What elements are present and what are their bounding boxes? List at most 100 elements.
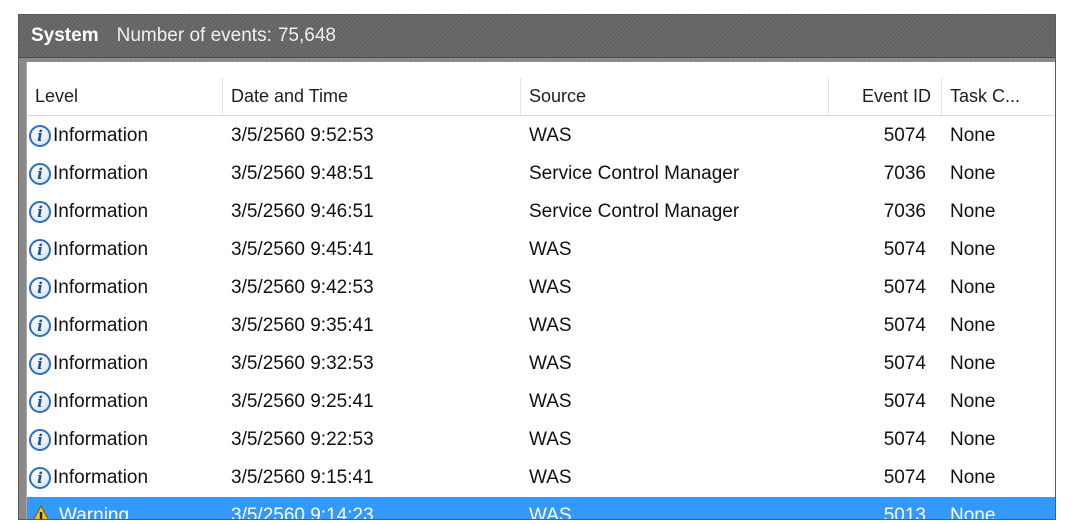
level-cell: i Information: [27, 345, 223, 383]
source-cell: WAS: [529, 125, 572, 146]
source-cell: WAS: [529, 315, 572, 336]
event-id-cell: 5013: [883, 505, 926, 520]
level-text: Information: [53, 125, 149, 146]
log-header-bar: System Number of events: 75,648: [19, 15, 1055, 58]
task-category-cell: None: [950, 467, 996, 488]
level-text: Information: [53, 239, 149, 260]
event-row[interactable]: i Information 3/5/2560 9:52:53 WAS 5074 None: [27, 117, 1055, 155]
date-time-cell: 3/5/2560 9:32:53: [231, 353, 374, 374]
column-header-level[interactable]: Level: [27, 78, 223, 115]
level-text: Information: [53, 391, 149, 412]
task-category-cell: None: [950, 201, 996, 222]
date-time-cell: 3/5/2560 9:45:41: [231, 239, 374, 260]
level-cell: i Information: [27, 155, 223, 193]
source-cell: WAS: [529, 505, 572, 520]
event-id-cell: 7036: [883, 201, 926, 222]
information-icon: i: [29, 277, 51, 299]
information-icon: i: [29, 353, 51, 375]
event-id-cell: 5074: [883, 239, 926, 260]
event-id-cell: 5074: [883, 315, 926, 336]
task-category-cell: None: [950, 315, 996, 336]
level-text: Information: [53, 353, 149, 374]
event-viewer-panel: System Number of events: 75,648 Level Dat…: [18, 14, 1056, 520]
level-cell: i Information: [27, 383, 223, 421]
date-time-cell: 3/5/2560 9:14:23: [231, 505, 374, 520]
column-header-date-time[interactable]: Date and Time: [223, 78, 521, 115]
list-border: Level Date and Time Source Event ID Task…: [19, 58, 1055, 519]
level-text: Warning: [59, 505, 130, 520]
level-cell: i Information: [27, 421, 223, 459]
date-time-cell: 3/5/2560 9:25:41: [231, 391, 374, 412]
level-cell: Warning: [27, 497, 223, 520]
information-icon: i: [29, 391, 51, 413]
event-count: Number of events: 75,648: [117, 25, 336, 47]
event-row[interactable]: i Information 3/5/2560 9:45:41 WAS 5074 None: [27, 231, 1055, 269]
task-category-cell: None: [950, 163, 996, 184]
information-icon: i: [29, 315, 51, 337]
date-time-cell: 3/5/2560 9:42:53: [231, 277, 374, 298]
source-cell: WAS: [529, 429, 572, 450]
task-category-cell: None: [950, 277, 996, 298]
event-row[interactable]: i Information 3/5/2560 9:48:51 Service Cont…: [27, 155, 1055, 193]
source-cell: Service Control Manager: [529, 201, 740, 222]
information-icon: i: [29, 239, 51, 261]
event-id-cell: 5074: [883, 353, 926, 374]
information-icon: i: [29, 163, 51, 185]
source-cell: Service Control Manager: [529, 163, 740, 184]
event-row[interactable]: i Information 3/5/2560 9:46:51 Service Cont…: [27, 193, 1055, 231]
date-time-cell: 3/5/2560 9:35:41: [231, 315, 374, 336]
task-category-cell: None: [950, 353, 996, 374]
source-cell: WAS: [529, 467, 572, 488]
event-row[interactable]: i Information 3/5/2560 9:32:53 WAS 5074 None: [27, 345, 1055, 383]
event-row[interactable]: i Information 3/5/2560 9:35:41 WAS 5074 None: [27, 307, 1055, 345]
event-id-cell: 5074: [883, 429, 926, 450]
event-row[interactable]: Warning 3/5/2560 9:14:23 WAS 5013 None: [27, 497, 1055, 520]
column-header-task-category[interactable]: Task C...: [942, 78, 1052, 115]
source-cell: WAS: [529, 391, 572, 412]
column-header-event-id[interactable]: Event ID: [829, 78, 942, 115]
event-id-cell: 5074: [883, 125, 926, 146]
task-category-cell: None: [950, 239, 996, 260]
column-header-row: Level Date and Time Source Event ID Task…: [27, 78, 1055, 116]
level-cell: i Information: [27, 459, 223, 497]
source-cell: WAS: [529, 277, 572, 298]
date-time-cell: 3/5/2560 9:46:51: [231, 201, 374, 222]
warning-icon: [33, 505, 49, 519]
event-row[interactable]: i Information 3/5/2560 9:42:53 WAS 5074 None: [27, 269, 1055, 307]
source-cell: WAS: [529, 239, 572, 260]
date-time-cell: 3/5/2560 9:52:53: [231, 125, 374, 146]
task-category-cell: None: [950, 429, 996, 450]
information-icon: i: [29, 467, 51, 489]
level-cell: i Information: [27, 269, 223, 307]
event-id-cell: 5074: [883, 467, 926, 488]
event-rows: i Information 3/5/2560 9:52:53 WAS 5074 None i…: [27, 117, 1055, 520]
task-category-cell: None: [950, 125, 996, 146]
level-text: Information: [53, 163, 149, 184]
level-text: Information: [53, 201, 149, 222]
date-time-cell: 3/5/2560 9:22:53: [231, 429, 374, 450]
column-header-source[interactable]: Source: [521, 78, 829, 115]
information-icon: i: [29, 125, 51, 147]
date-time-cell: 3/5/2560 9:48:51: [231, 163, 374, 184]
event-row[interactable]: i Information 3/5/2560 9:22:53 WAS 5074 None: [27, 421, 1055, 459]
information-icon: i: [29, 429, 51, 451]
task-category-cell: None: [950, 391, 996, 412]
level-text: Information: [53, 467, 149, 488]
log-name: System: [31, 25, 99, 46]
level-cell: i Information: [27, 231, 223, 269]
source-cell: WAS: [529, 353, 572, 374]
level-cell: i Information: [27, 307, 223, 345]
event-id-cell: 5074: [883, 277, 926, 298]
level-text: Information: [53, 277, 149, 298]
level-cell: i Information: [27, 117, 223, 155]
event-count-value: 75,648: [277, 25, 336, 46]
level-text: Information: [53, 315, 149, 336]
event-id-cell: 5074: [883, 391, 926, 412]
event-id-cell: 7036: [883, 163, 926, 184]
event-row[interactable]: i Information 3/5/2560 9:25:41 WAS 5074 None: [27, 383, 1055, 421]
event-row[interactable]: i Information 3/5/2560 9:15:41 WAS 5074 None: [27, 459, 1055, 497]
information-icon: i: [29, 201, 51, 223]
events-table[interactable]: Level Date and Time Source Event ID Task…: [26, 62, 1055, 519]
date-time-cell: 3/5/2560 9:15:41: [231, 467, 374, 488]
event-count-label: Number of events:: [116, 25, 272, 46]
